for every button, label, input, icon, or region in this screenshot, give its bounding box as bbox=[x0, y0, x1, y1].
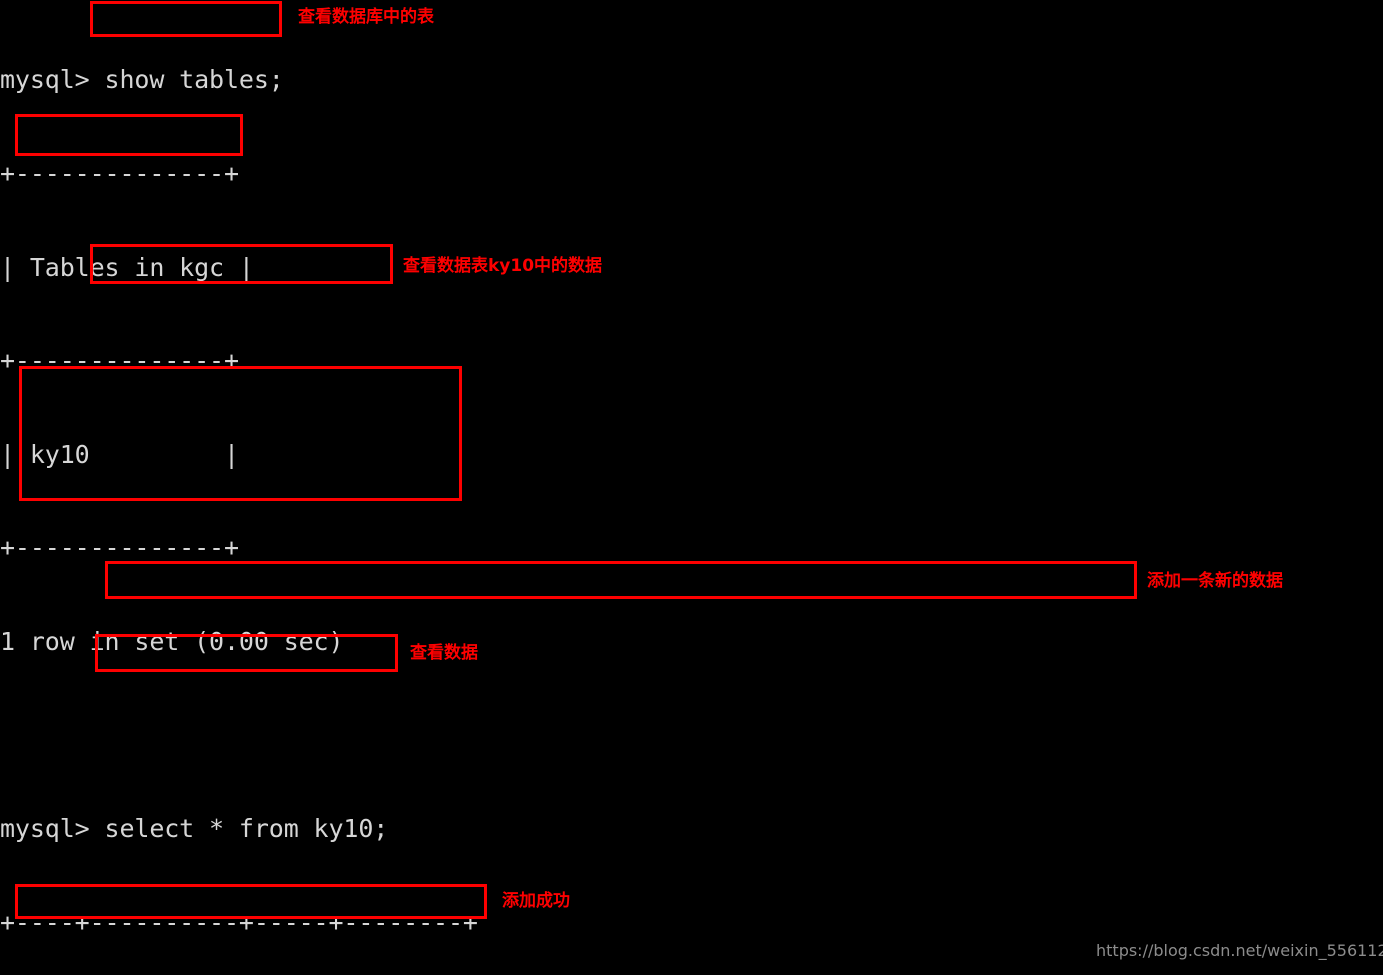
terminal-line: mysql> select * from ky10; bbox=[0, 814, 389, 844]
note-insert-row: 添加一条新的数据 bbox=[1147, 571, 1283, 591]
note-insert-success: 添加成功 bbox=[502, 891, 570, 911]
watermark-url: https://blog.csdn.net/weixin_55611216 bbox=[1096, 941, 1383, 960]
note-select-ky10: 查看数据表ky10中的数据 bbox=[403, 256, 603, 276]
terminal-line: +--------------+ bbox=[0, 346, 239, 376]
terminal-line: | Tables_in_kgc | bbox=[0, 252, 254, 282]
terminal-screen: mysql> show tables; +--------------+ | T… bbox=[0, 0, 1383, 975]
note-view-data: 查看数据 bbox=[410, 643, 478, 663]
terminal-line: | ky10 | bbox=[0, 439, 239, 469]
terminal-line: +----+----------+-----+--------+ bbox=[0, 907, 478, 937]
terminal-output: mysql> show tables; +--------------+ | T… bbox=[0, 0, 1383, 975]
terminal-line: 1 row in set (0.00 sec) bbox=[0, 626, 344, 656]
terminal-line: +--------------+ bbox=[0, 159, 239, 188]
terminal-line: +--------------+ bbox=[0, 533, 239, 563]
terminal-line: mysql> show tables; bbox=[0, 65, 284, 95]
note-show-tables: 查看数据库中的表 bbox=[298, 7, 434, 27]
